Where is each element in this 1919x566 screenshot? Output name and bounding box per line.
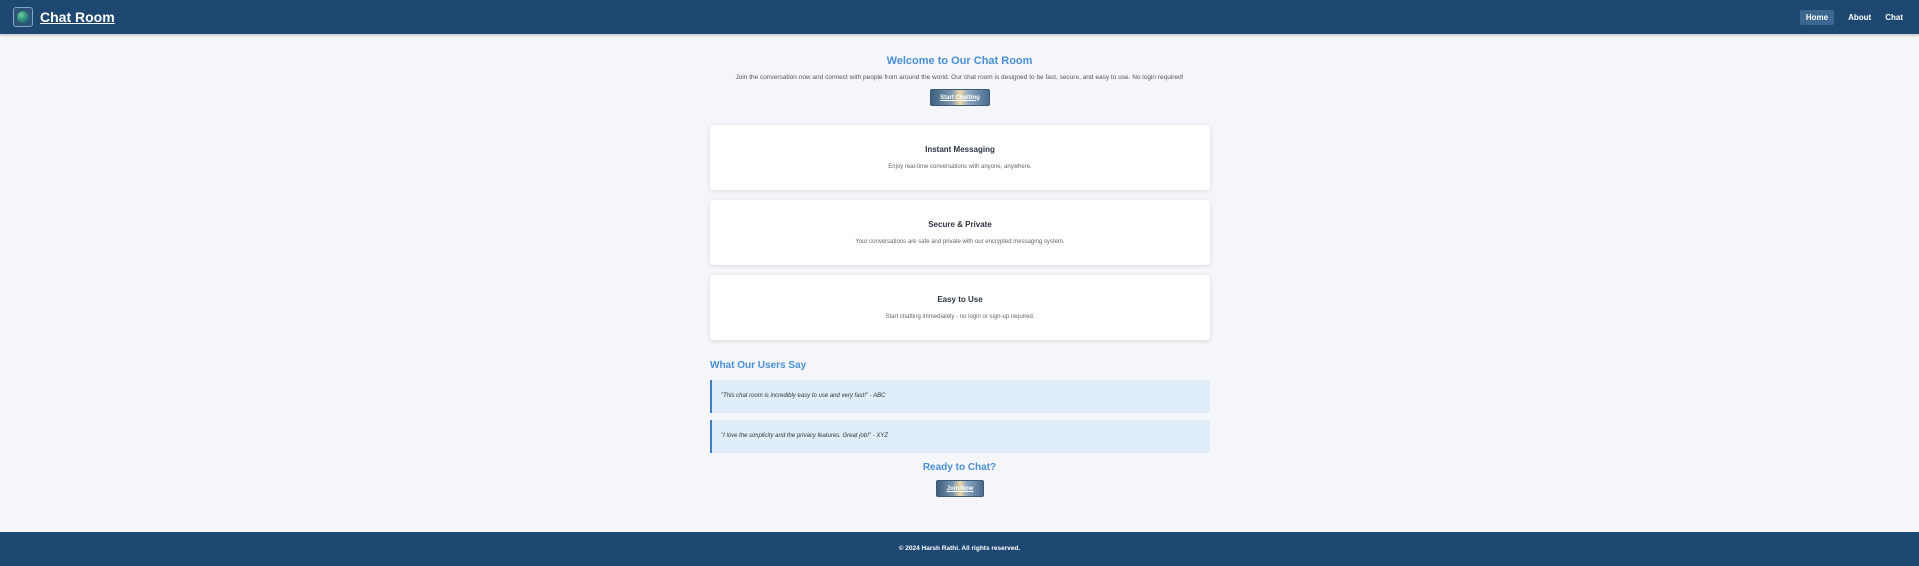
testimonial-text: "This chat room is incredibly easy to us… (721, 393, 886, 399)
feature-title: Instant Messaging (925, 145, 995, 154)
feature-card-instant-messaging: Instant Messaging Enjoy real-time conver… (710, 125, 1210, 190)
cta-title: Ready to Chat? (922, 462, 997, 473)
nav-link-chat[interactable]: Chat (1885, 11, 1903, 24)
testimonial-quote: "I love the simplicity and the privacy f… (710, 420, 1210, 453)
feature-title: Secure & Private (928, 220, 992, 229)
feature-text: Enjoy real-time conversations with anyon… (888, 164, 1032, 170)
nav-link-about[interactable]: About (1848, 11, 1871, 24)
footer-copyright: © 2024 Harsh Rathi. All rights reserved. (898, 545, 1021, 552)
footer: © 2024 Harsh Rathi. All rights reserved. (0, 532, 1919, 566)
testimonial-text: "I love the simplicity and the privacy f… (721, 433, 888, 439)
feature-text: Your conversations are safe and private … (855, 239, 1065, 245)
globe-icon (13, 7, 33, 27)
nav-links: Home About Chat (1799, 10, 1903, 25)
welcome-title: Welcome to Our Chat Room (886, 55, 1033, 67)
nav-link-home[interactable]: Home (1799, 10, 1835, 25)
testimonials-title: What Our Users Say (710, 360, 807, 371)
start-chatting-button[interactable]: Start Chatting (930, 89, 990, 106)
navbar: Chat Room Home About Chat (0, 0, 1919, 34)
feature-text: Start chatting immediately - no login or… (885, 314, 1035, 320)
feature-title: Easy to Use (937, 295, 983, 304)
feature-card-easy-to-use: Easy to Use Start chatting immediately -… (710, 275, 1210, 340)
brand-link[interactable]: Chat Room (13, 7, 115, 27)
testimonial-quote: "This chat room is incredibly easy to us… (710, 380, 1210, 413)
brand-title: Chat Room (40, 9, 115, 25)
welcome-text: Join the conversation now and connect wi… (735, 74, 1184, 81)
join-now-button[interactable]: Join Now (936, 480, 984, 497)
feature-card-secure-private: Secure & Private Your conversations are … (710, 200, 1210, 265)
